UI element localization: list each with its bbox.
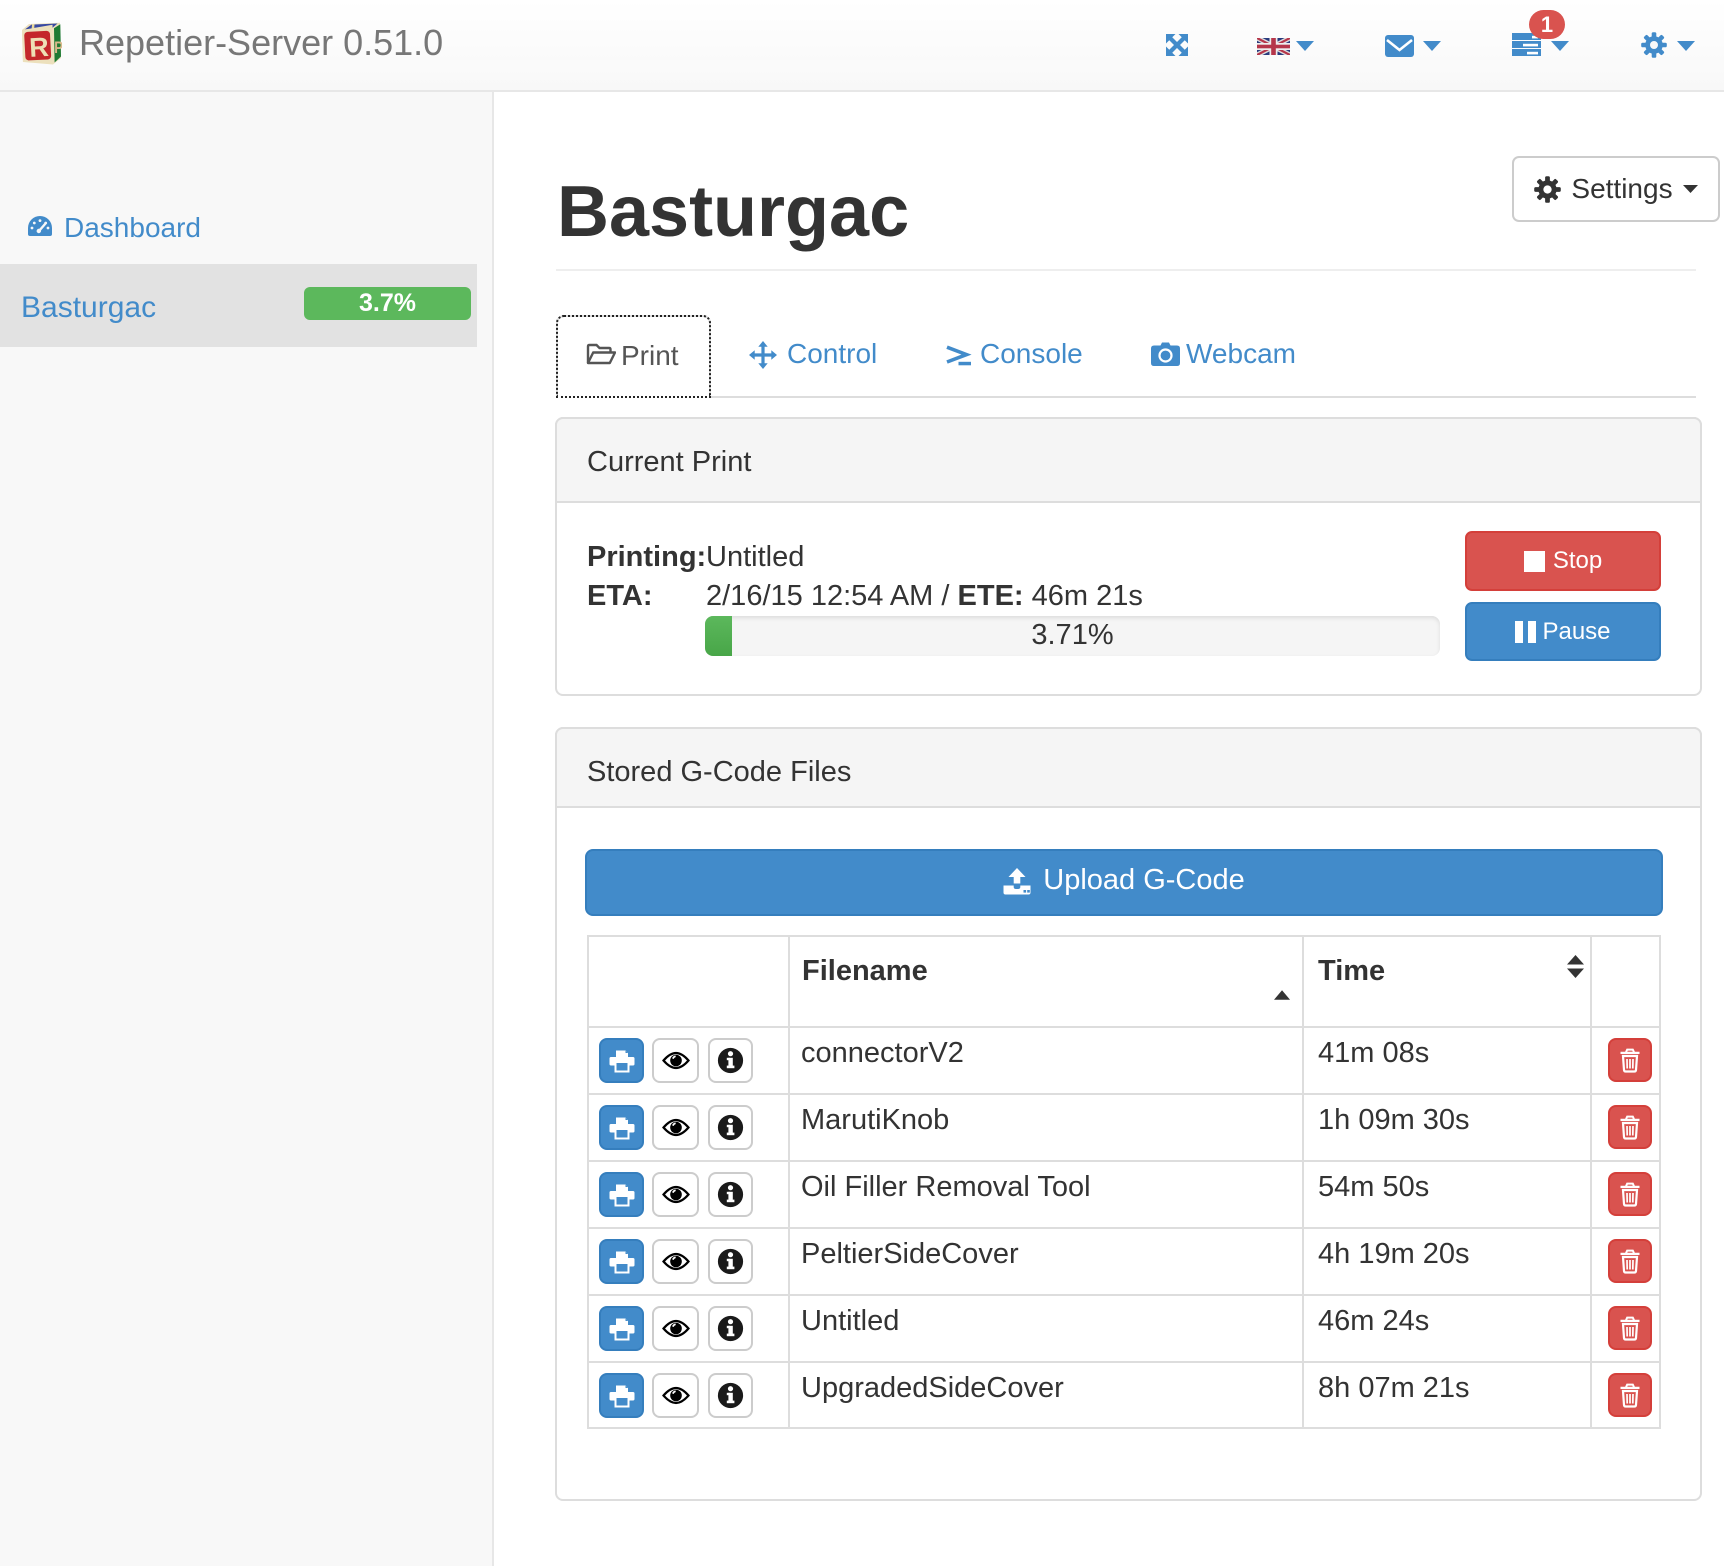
svg-text:P: P (54, 39, 62, 58)
svg-text:R: R (29, 32, 50, 63)
